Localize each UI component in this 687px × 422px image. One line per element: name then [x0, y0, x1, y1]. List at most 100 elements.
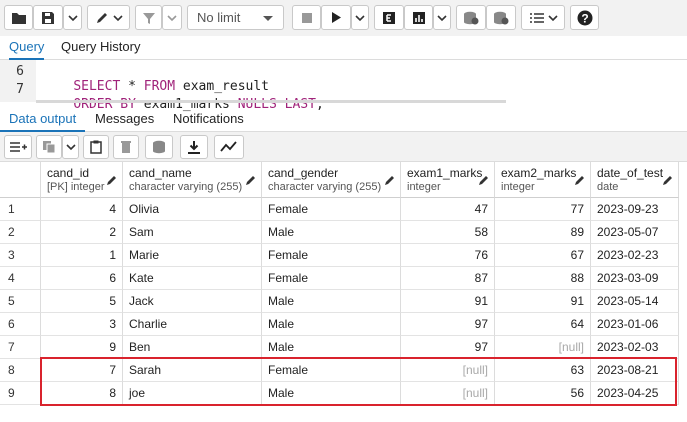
- table-cell[interactable]: 6: [41, 267, 123, 290]
- table-cell[interactable]: 4: [41, 198, 123, 221]
- copy-button[interactable]: [36, 135, 62, 159]
- chevron-down-icon: [355, 14, 365, 21]
- paste-button[interactable]: [83, 135, 109, 159]
- table-cell[interactable]: 2: [41, 221, 123, 244]
- table-cell[interactable]: 97: [401, 313, 495, 336]
- tab-notifications[interactable]: Notifications: [173, 108, 244, 132]
- table-cell[interactable]: Male: [262, 290, 401, 313]
- save-options-dropdown[interactable]: [63, 5, 82, 30]
- grid-corner[interactable]: [0, 162, 41, 198]
- row-number[interactable]: 6: [0, 313, 41, 336]
- row-number[interactable]: 7: [0, 336, 41, 359]
- tab-messages[interactable]: Messages: [95, 108, 154, 132]
- column-header-4[interactable]: exam2_marks integer: [495, 162, 591, 198]
- table-cell[interactable]: 91: [401, 290, 495, 313]
- download-button[interactable]: [180, 135, 208, 159]
- explain-button[interactable]: [374, 5, 404, 30]
- column-header-3[interactable]: exam1_marks integer: [401, 162, 495, 198]
- tab-data-output[interactable]: Data output: [0, 108, 86, 132]
- table-cell[interactable]: 2023-02-23: [591, 244, 679, 267]
- table-cell[interactable]: 5: [41, 290, 123, 313]
- table-cell[interactable]: 64: [495, 313, 591, 336]
- table-cell[interactable]: 88: [495, 267, 591, 290]
- row-number[interactable]: 9: [0, 382, 41, 405]
- table-cell[interactable]: 77: [495, 198, 591, 221]
- table-cell[interactable]: 76: [401, 244, 495, 267]
- table-cell[interactable]: Male: [262, 336, 401, 359]
- table-cell[interactable]: Sam: [123, 221, 262, 244]
- column-header-5[interactable]: date_of_test date: [591, 162, 679, 198]
- table-cell[interactable]: 58: [401, 221, 495, 244]
- table-cell[interactable]: [null]: [495, 336, 591, 359]
- pencil-icon[interactable]: [245, 174, 257, 186]
- cell-value: Female: [268, 271, 309, 285]
- table-cell[interactable]: Ben: [123, 336, 262, 359]
- table-cell[interactable]: 3: [41, 313, 123, 336]
- execute-button[interactable]: [321, 5, 351, 30]
- save-data-button[interactable]: [145, 135, 173, 159]
- explain-options-dropdown[interactable]: [433, 5, 451, 30]
- table-cell[interactable]: 1: [41, 244, 123, 267]
- pencil-icon[interactable]: [478, 174, 490, 186]
- tab-query[interactable]: Query: [9, 36, 45, 60]
- delete-button[interactable]: [113, 135, 139, 159]
- table-cell[interactable]: 2023-05-14: [591, 290, 679, 313]
- rollback-button[interactable]: [486, 5, 516, 30]
- column-header-0[interactable]: cand_id [PK] integer: [41, 162, 123, 198]
- cell-value: 2: [109, 225, 116, 239]
- macros-button[interactable]: [521, 5, 565, 30]
- table-cell[interactable]: Marie: [123, 244, 262, 267]
- table-cell[interactable]: 2023-03-09: [591, 267, 679, 290]
- table-cell[interactable]: Female: [262, 198, 401, 221]
- filter-button[interactable]: [135, 5, 162, 30]
- table-cell[interactable]: Male: [262, 313, 401, 336]
- copy-options-dropdown[interactable]: [62, 135, 79, 159]
- open-file-button[interactable]: [4, 5, 33, 30]
- save-button[interactable]: [33, 5, 63, 30]
- filter-dropdown[interactable]: [162, 5, 182, 30]
- table-cell[interactable]: Olivia: [123, 198, 262, 221]
- table-cell[interactable]: Female: [262, 244, 401, 267]
- table-cell[interactable]: Male: [262, 221, 401, 244]
- table-cell[interactable]: 2023-02-03: [591, 336, 679, 359]
- edit-button[interactable]: [87, 5, 130, 30]
- table-cell[interactable]: 2023-09-23: [591, 198, 679, 221]
- add-row-button[interactable]: [4, 135, 32, 159]
- table-cell[interactable]: 9: [41, 336, 123, 359]
- table-cell[interactable]: 87: [401, 267, 495, 290]
- table-cell[interactable]: 91: [495, 290, 591, 313]
- pencil-icon[interactable]: [574, 174, 586, 186]
- row-limit-select[interactable]: No limit: [187, 5, 284, 30]
- table-cell[interactable]: 2023-05-07: [591, 221, 679, 244]
- sql-editor[interactable]: 6 7 SELECT * FROM exam_result ORDER BY e…: [0, 60, 687, 112]
- row-number[interactable]: 3: [0, 244, 41, 267]
- row-number[interactable]: 2: [0, 221, 41, 244]
- filter-icon: [142, 12, 155, 24]
- pencil-icon[interactable]: [384, 174, 396, 186]
- table-cell[interactable]: 97: [401, 336, 495, 359]
- stop-button[interactable]: [292, 5, 321, 30]
- row-number[interactable]: 4: [0, 267, 41, 290]
- row-number[interactable]: 5: [0, 290, 41, 313]
- tab-query-history[interactable]: Query History: [61, 36, 140, 60]
- table-cell[interactable]: 2023-01-06: [591, 313, 679, 336]
- editor-scrollbar[interactable]: [36, 100, 506, 103]
- column-header-1[interactable]: cand_name character varying (255): [123, 162, 262, 198]
- explain-analyze-button[interactable]: [404, 5, 433, 30]
- pencil-icon[interactable]: [106, 174, 118, 186]
- column-header-2[interactable]: cand_gender character varying (255): [262, 162, 401, 198]
- row-number[interactable]: 8: [0, 359, 41, 382]
- pencil-icon[interactable]: [662, 174, 674, 186]
- table-cell[interactable]: Kate: [123, 267, 262, 290]
- table-cell[interactable]: 67: [495, 244, 591, 267]
- row-number[interactable]: 1: [0, 198, 41, 221]
- table-cell[interactable]: 47: [401, 198, 495, 221]
- graph-visualiser-button[interactable]: [214, 135, 244, 159]
- help-button[interactable]: ?: [570, 5, 599, 30]
- table-cell[interactable]: Charlie: [123, 313, 262, 336]
- commit-button[interactable]: [456, 5, 486, 30]
- table-cell[interactable]: Female: [262, 267, 401, 290]
- table-cell[interactable]: Jack: [123, 290, 262, 313]
- execute-options-dropdown[interactable]: [351, 5, 369, 30]
- table-cell[interactable]: 89: [495, 221, 591, 244]
